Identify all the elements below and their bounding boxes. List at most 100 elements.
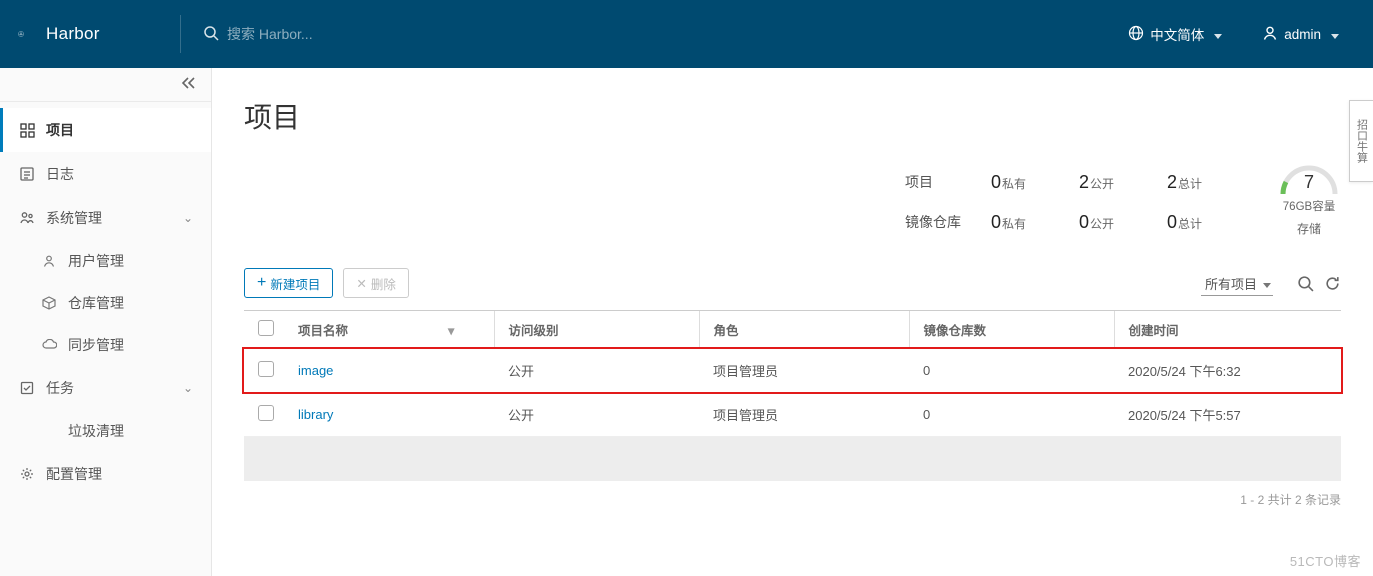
user-menu[interactable]: admin	[1256, 25, 1345, 44]
project-filter-dropdown[interactable]: 所有项目	[1201, 271, 1273, 296]
project-link[interactable]: library	[298, 407, 333, 422]
sidebar-item-users[interactable]: 用户管理	[40, 240, 211, 282]
sidebar-item-label: 任务	[46, 378, 74, 398]
row-checkbox[interactable]	[258, 361, 274, 377]
gear-icon	[18, 467, 36, 481]
sidebar-collapse[interactable]	[0, 68, 211, 102]
storage-gauge-icon: 7	[1277, 162, 1341, 196]
sidebar-item-logs[interactable]: 日志	[0, 152, 211, 196]
side-tab[interactable]: 招口牛算	[1349, 100, 1373, 182]
cell-role: 项目管理员	[699, 349, 909, 393]
pager-text: 1 - 2 共计 2 条记录	[244, 481, 1341, 508]
list-icon	[18, 167, 36, 181]
sidebar-item-label: 配置管理	[46, 464, 102, 484]
table-row[interactable]: library 公开项目管理员02020/5/24 下午5:57	[244, 393, 1341, 437]
sidebar-item-label: 系统管理	[46, 208, 102, 228]
select-all-checkbox[interactable]	[258, 320, 274, 336]
sidebar-item-label: 日志	[46, 164, 74, 184]
new-project-button[interactable]: + 新建项目	[244, 268, 333, 298]
projects-table: 项目名称 ▾ 访问级别 角色 镜像仓库数 创建时间 image 公开项目管理员020…	[244, 310, 1341, 481]
language-label: 中文简体	[1150, 24, 1204, 44]
table-footer-bar	[244, 437, 1341, 481]
cell-repo-count: 0	[909, 393, 1114, 437]
users-icon	[40, 254, 58, 268]
chevron-down-icon	[1257, 276, 1271, 291]
projects-icon	[18, 123, 36, 138]
summary-projects-public: 2公开	[1079, 172, 1167, 193]
chevron-down-icon	[1210, 27, 1222, 42]
summary-projects-total: 2总计	[1167, 172, 1255, 193]
sidebar-item-label: 仓库管理	[68, 293, 124, 313]
sidebar-item-label: 项目	[46, 120, 74, 140]
plus-icon: +	[257, 277, 266, 289]
col-project-name[interactable]: 项目名称	[298, 324, 348, 338]
search-icon	[203, 25, 227, 44]
search-input[interactable]	[227, 26, 527, 42]
col-repo-count[interactable]: 镜像仓库数	[909, 311, 1114, 349]
sidebar-item-repos[interactable]: 仓库管理	[40, 282, 211, 324]
cell-role: 项目管理员	[699, 393, 909, 437]
cell-repo-count: 0	[909, 349, 1114, 393]
chevron-double-left-icon	[181, 77, 195, 92]
col-created[interactable]: 创建时间	[1114, 311, 1341, 349]
search-icon[interactable]	[1297, 275, 1314, 292]
summary-row-projects: 项目	[905, 172, 961, 192]
brand: Harbor	[0, 17, 180, 51]
filter-icon[interactable]: ▾	[448, 324, 454, 338]
storage-value: 7	[1277, 172, 1341, 193]
summary-row-repos: 镜像仓库	[905, 212, 961, 232]
user-label: admin	[1284, 27, 1321, 42]
cell-access: 公开	[494, 349, 699, 393]
sidebar-item-projects[interactable]: 项目	[0, 108, 211, 152]
sidebar-item-label: 用户管理	[68, 251, 124, 271]
delete-button: ✕ 删除	[343, 268, 409, 298]
cell-created: 2020/5/24 下午5:57	[1114, 393, 1341, 437]
harbor-logo-icon	[18, 17, 36, 51]
brand-name: Harbor	[46, 24, 100, 44]
globe-icon	[1122, 25, 1150, 44]
main-content: 项目 项目 镜像仓库 0私有 2公开 2总计 0私有 0公开 0总计 7 76G…	[212, 68, 1373, 576]
new-project-label: 新建项目	[270, 274, 320, 293]
summary-panel: 项目 镜像仓库 0私有 2公开 2总计 0私有 0公开 0总计 7 76GB容量…	[244, 162, 1341, 242]
sidebar: 项目 日志 系统管理 ⌄ 用户管理 仓库管理	[0, 68, 212, 576]
x-icon: ✕	[356, 276, 366, 291]
chevron-down-icon: ⌄	[183, 381, 193, 395]
sidebar-item-config[interactable]: 配置管理	[0, 452, 211, 496]
table-row[interactable]: image 公开项目管理员02020/5/24 下午6:32	[244, 349, 1341, 393]
summary-repos-public: 0公开	[1079, 212, 1167, 233]
cell-created: 2020/5/24 下午6:32	[1114, 349, 1341, 393]
chevron-down-icon: ⌄	[183, 211, 193, 225]
project-filter-label: 所有项目	[1205, 274, 1257, 293]
top-bar: Harbor 中文简体 admin	[0, 0, 1373, 68]
sidebar-item-sync[interactable]: 同步管理	[40, 324, 211, 366]
cell-access: 公开	[494, 393, 699, 437]
summary-repos-total: 0总计	[1167, 212, 1255, 233]
page-title: 项目	[244, 96, 1341, 136]
delete-label: 删除	[371, 274, 396, 293]
checklist-icon	[18, 381, 36, 395]
language-switch[interactable]: 中文简体	[1122, 24, 1228, 44]
toolbar: + 新建项目 ✕ 删除 所有项目	[244, 268, 1341, 298]
storage-capacity: 76GB容量	[1277, 198, 1341, 214]
sidebar-item-sysadmin[interactable]: 系统管理 ⌄	[0, 196, 211, 240]
sidebar-item-label: 垃圾清理	[68, 421, 124, 441]
storage-widget: 7 76GB容量 存储	[1277, 162, 1341, 242]
summary-projects-private: 0私有	[991, 172, 1079, 193]
row-checkbox[interactable]	[258, 405, 274, 421]
admin-icon	[18, 211, 36, 225]
storage-label: 存储	[1277, 220, 1341, 237]
col-access[interactable]: 访问级别	[494, 311, 699, 349]
watermark: 51CTO博客	[1290, 551, 1361, 570]
search-wrap	[180, 15, 600, 53]
summary-repos-private: 0私有	[991, 212, 1079, 233]
refresh-icon[interactable]	[1324, 275, 1341, 292]
chevron-down-icon	[1327, 27, 1339, 42]
col-role[interactable]: 角色	[699, 311, 909, 349]
cube-icon	[40, 296, 58, 310]
user-icon	[1256, 25, 1284, 44]
sidebar-item-label: 同步管理	[68, 335, 124, 355]
cloud-sync-icon	[40, 339, 58, 351]
project-link[interactable]: image	[298, 363, 333, 378]
sidebar-item-gc[interactable]: 垃圾清理	[40, 410, 211, 452]
sidebar-item-tasks[interactable]: 任务 ⌄	[0, 366, 211, 410]
